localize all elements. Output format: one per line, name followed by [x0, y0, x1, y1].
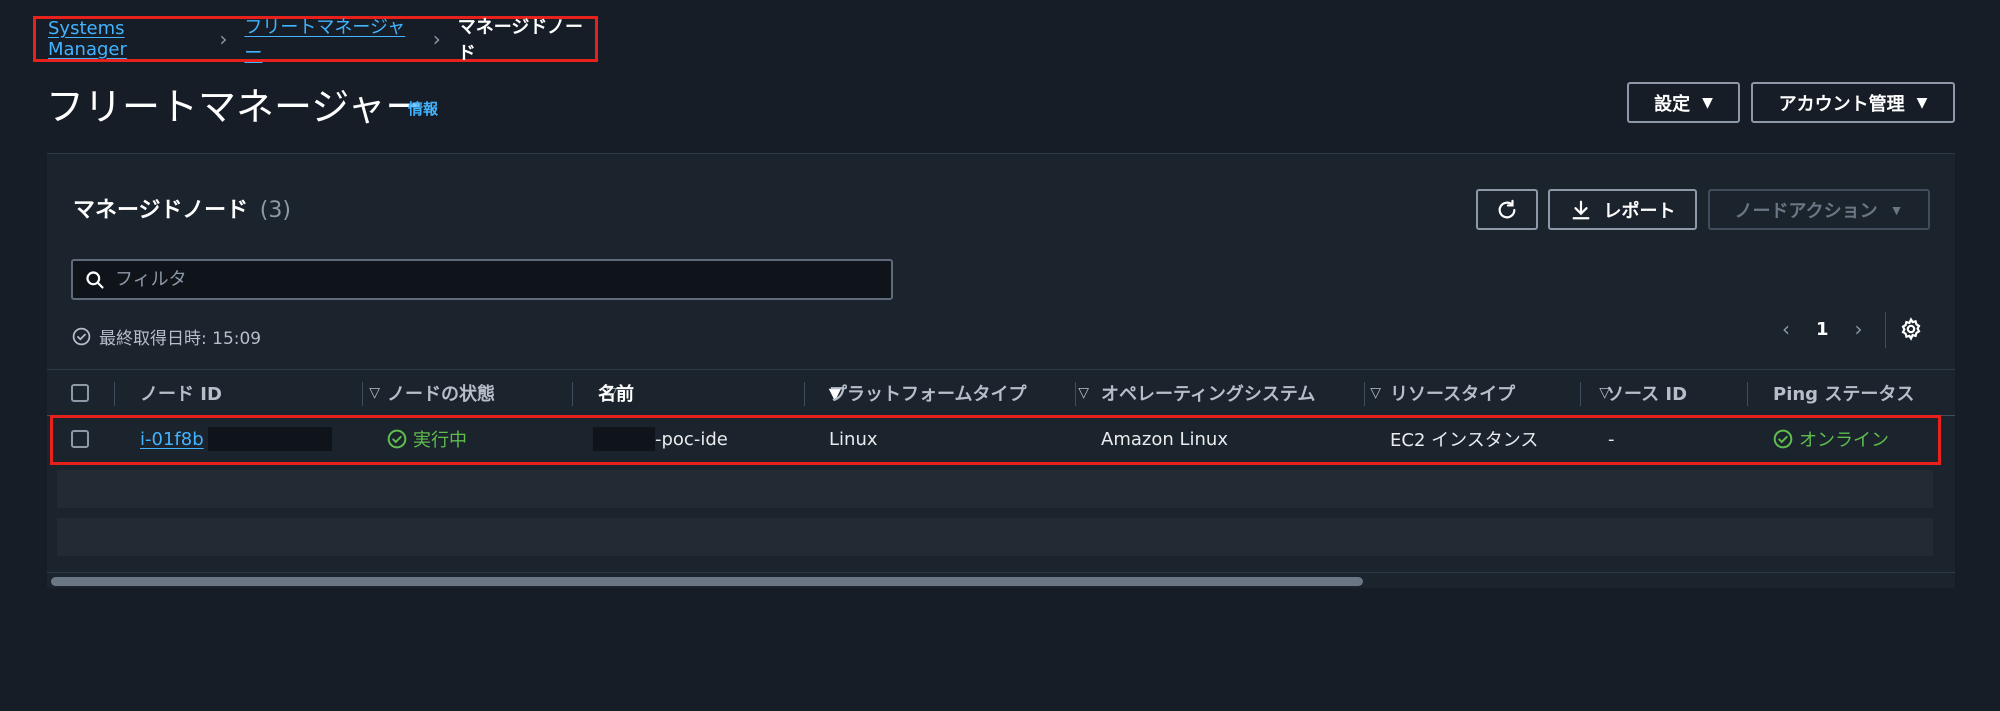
table-row[interactable]: i-01f8b 実行中 -poc-ide Linux Amazon Linux …	[47, 417, 1955, 461]
caret-down-icon: ▼	[1889, 201, 1904, 218]
account-management-label: アカウント管理	[1778, 93, 1905, 115]
column-source-id[interactable]: ソース ID	[1606, 370, 1746, 416]
column-operating-system[interactable]: オペレーティングシステム ▽	[1101, 370, 1391, 416]
redacted-block	[593, 427, 655, 451]
column-divider	[804, 382, 805, 406]
info-link[interactable]: 情報	[408, 98, 438, 119]
cell-ping-status: オンライン	[1773, 417, 1889, 461]
caret-down-icon: ▼	[1916, 94, 1928, 111]
column-name[interactable]: 名前 ▼	[598, 370, 851, 416]
pagination: ‹ 1 ›	[1782, 317, 1863, 341]
column-ping-status[interactable]: Ping ステータス	[1773, 370, 1955, 416]
column-label: 名前	[598, 384, 634, 405]
column-divider	[362, 382, 363, 406]
select-all	[71, 370, 101, 416]
column-divider	[572, 382, 573, 406]
resource-type-text: EC2 インスタンス	[1390, 430, 1539, 451]
filter-search	[71, 259, 893, 300]
column-label: オペレーティングシステム	[1101, 384, 1316, 405]
chevron-right-icon: ›	[219, 27, 228, 51]
column-divider	[114, 382, 115, 406]
last-updated-text: 最終取得日時: 15:09	[99, 329, 262, 349]
node-id-link[interactable]: i-01f8b	[140, 429, 204, 450]
account-management-button[interactable]: アカウント管理 ▼	[1751, 82, 1955, 123]
breadcrumb-systems-manager[interactable]: Systems Manager	[48, 18, 202, 60]
cell-source-id: -	[1608, 417, 1615, 461]
column-label: プラットフォームタイプ	[829, 384, 1027, 405]
settings-button-label: 設定	[1654, 93, 1691, 115]
column-platform-type[interactable]: プラットフォームタイプ ▽	[829, 370, 1099, 416]
breadcrumb: Systems Manager › フリートマネージャー › マネージドノード	[33, 13, 598, 65]
column-label: リソースタイプ	[1390, 384, 1516, 405]
report-button[interactable]: レポート	[1548, 189, 1697, 230]
breadcrumb-fleet-manager[interactable]: フリートマネージャー	[244, 13, 415, 65]
column-divider	[1075, 382, 1076, 406]
previous-page-icon[interactable]: ‹	[1782, 317, 1790, 341]
search-icon	[86, 270, 104, 289]
column-divider	[1747, 382, 1748, 406]
column-resource-type[interactable]: リソースタイプ ▽	[1390, 370, 1620, 416]
name-text: -poc-ide	[655, 428, 728, 450]
column-label: ノードの状態	[387, 384, 495, 405]
managed-nodes-panel: マネージドノード (3) レポート ノードアクション ▼ 最終取得日時: 15:…	[47, 153, 1955, 588]
last-updated: 最終取得日時: 15:09	[72, 324, 261, 349]
page-title: フリートマネージャー	[46, 85, 424, 129]
os-text: Amazon Linux	[1101, 428, 1228, 450]
gear-icon[interactable]	[1899, 317, 1923, 341]
breadcrumb-current: マネージドノード	[457, 17, 583, 64]
next-page-icon[interactable]: ›	[1855, 317, 1863, 341]
node-action-label: ノードアクション	[1734, 200, 1878, 221]
sort-caret-icon: ▽	[1078, 385, 1089, 401]
current-page[interactable]: 1	[1816, 319, 1829, 340]
column-divider	[1580, 382, 1581, 406]
download-icon	[1572, 200, 1589, 219]
cell-platform: Linux	[829, 417, 878, 461]
cell-resource-type: EC2 インスタンス	[1390, 417, 1538, 461]
sort-caret-icon: ▽	[369, 385, 380, 401]
caret-down-icon: ▼	[1702, 94, 1713, 111]
redacted-block	[207, 427, 332, 451]
empty-row	[57, 518, 1933, 556]
refresh-button[interactable]	[1476, 189, 1538, 230]
cell-os: Amazon Linux	[1101, 417, 1228, 461]
check-circle-icon	[1773, 429, 1793, 449]
ping-status: オンライン	[1773, 426, 1889, 452]
column-node-state[interactable]: ノードの状態 ▽	[387, 370, 627, 416]
table-header: ノード ID ▽ ノードの状態 ▽ 名前 ▼ プラットフォームタイプ ▽ オペレ…	[47, 369, 1955, 416]
filter-input[interactable]	[115, 269, 875, 290]
platform-text: Linux	[829, 428, 878, 450]
column-label: ソース ID	[1606, 384, 1688, 405]
settings-button[interactable]: 設定 ▼	[1627, 82, 1740, 123]
select-all-checkbox[interactable]	[71, 384, 89, 402]
divider	[1885, 312, 1886, 348]
ping-status-text: オンライン	[1799, 430, 1889, 451]
node-state-status: 実行中	[387, 426, 467, 452]
node-count: (3)	[259, 198, 291, 223]
report-button-label: レポート	[1603, 200, 1676, 221]
row-checkbox[interactable]	[71, 430, 89, 448]
node-state-text: 実行中	[413, 430, 467, 451]
cell-node-id: i-01f8b	[140, 417, 332, 461]
scrollbar-thumb[interactable]	[51, 577, 1363, 586]
panel-title-text: マネージドノード	[73, 198, 249, 223]
column-node-id[interactable]: ノード ID ▽	[140, 370, 390, 416]
check-circle-icon	[72, 327, 91, 346]
empty-row	[57, 470, 1933, 508]
column-divider	[1364, 382, 1365, 406]
cell-node-state: 実行中	[387, 417, 467, 461]
horizontal-scrollbar[interactable]	[47, 572, 1955, 588]
column-label: Ping ステータス	[1773, 384, 1915, 405]
check-circle-icon	[387, 429, 407, 449]
panel-title: マネージドノード (3)	[73, 192, 291, 224]
cell-name: -poc-ide	[593, 417, 728, 461]
column-label: ノード ID	[140, 384, 222, 405]
refresh-icon	[1498, 199, 1516, 218]
source-id-text: -	[1608, 428, 1615, 450]
row-select	[71, 417, 89, 461]
sort-caret-icon: ▽	[1370, 385, 1381, 401]
chevron-right-icon: ›	[432, 27, 441, 51]
node-action-button[interactable]: ノードアクション ▼	[1708, 189, 1930, 230]
